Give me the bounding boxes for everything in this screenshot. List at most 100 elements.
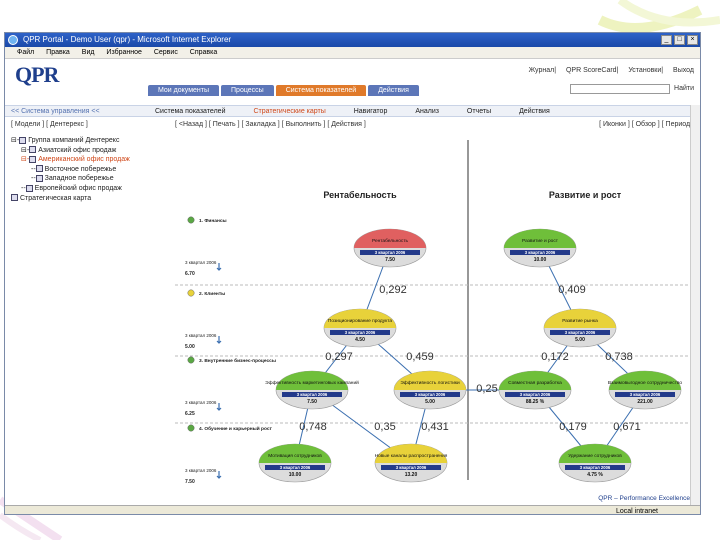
tree-node-label: Восточное побережье — [44, 165, 117, 173]
tab-my-documents[interactable]: Мои документы — [148, 85, 220, 96]
subnav-scorecard[interactable]: Система показателей — [155, 108, 225, 115]
strategy-objective-node[interactable]: Удержание сотрудников 3 квартал 2006 4.75 … — [558, 443, 632, 483]
link-weight-label: 0,179 — [559, 421, 587, 433]
link-scorecard[interactable]: QPR ScoreCard — [566, 67, 617, 74]
node-period: 3 квартал 2006 — [525, 250, 556, 255]
strategy-objective-node[interactable]: Взаимовыгодное сотрудничество 3 квартал 2… — [608, 370, 682, 410]
scorecard-icon — [19, 136, 27, 144]
menu-file[interactable]: Файл — [17, 49, 34, 56]
vertical-scrollbar[interactable] — [690, 105, 700, 505]
perspective-status-icon — [187, 289, 195, 297]
tree-node[interactable]: -- Восточное побережье — [11, 165, 130, 175]
node-title: Эффективность маркетинговых кампаний — [265, 379, 359, 386]
column-header: Развитие и рост — [549, 190, 622, 200]
node-period: 3 квартал 2006 — [630, 392, 661, 397]
tree-node-label: Американский офис продаж — [38, 156, 130, 164]
subnav-back-link[interactable]: << Система управления << — [11, 106, 100, 117]
menu-help[interactable]: Справка — [190, 49, 217, 56]
search-button[interactable]: Найти — [674, 85, 694, 92]
node-value: 4.50 — [355, 337, 365, 343]
top-links: Журнал| QPR ScoreCard| Установки| Выход — [528, 67, 694, 74]
perspective-label: 4. Обучение и карьерный рост — [199, 425, 272, 432]
perspective-period: 3 квартал 2006 — [185, 333, 217, 338]
sub-navigation: << Система управления << Система показат… — [5, 105, 700, 117]
trend-arrow-icon — [216, 471, 222, 479]
node-title: Рентабельность — [372, 238, 409, 244]
link-weight-label: 0,671 — [613, 421, 641, 433]
maximize-button[interactable]: □ — [674, 35, 685, 45]
tree-node[interactable]: ⊟- Азиатский офис продаж — [11, 146, 130, 156]
node-value: 10.00 — [534, 257, 547, 263]
perspective-label: 3. Внутренние бизнес-процессы — [199, 357, 276, 364]
strategy-objective-node[interactable]: Эффективность маркетинговых кампаний 3 кв… — [265, 370, 359, 410]
subnav-analysis[interactable]: Анализ — [415, 108, 439, 115]
ie-icon — [8, 35, 18, 45]
node-value: 4.75 % — [587, 472, 603, 478]
strategy-objective-node[interactable]: Рентабельность 3 квартал 2006 7.50 — [353, 228, 427, 268]
perspective-period: 3 квартал 2006 — [185, 400, 217, 405]
tree-node[interactable]: -- Западное побережье — [11, 174, 130, 184]
minimize-button[interactable]: _ — [661, 35, 672, 45]
close-button[interactable]: × — [687, 35, 698, 45]
tree-node[interactable]: Стратегическая карта — [11, 194, 130, 204]
link-weight-label: 0,292 — [379, 284, 407, 296]
node-value: 10.00 — [289, 472, 302, 478]
node-title: Удержание сотрудников — [568, 453, 622, 459]
strategy-objective-node[interactable]: Развитие рынка 3 квартал 2006 5.00 — [543, 308, 617, 348]
scorecard-icon — [35, 175, 43, 183]
perspective-label: 2. Клиенты — [199, 291, 225, 297]
subnav-navigator[interactable]: Навигатор — [354, 108, 388, 115]
menu-favorites[interactable]: Избранное — [106, 49, 141, 56]
perspective-value: 6.70 — [185, 271, 195, 277]
node-period: 3 квартал 2006 — [580, 465, 611, 470]
main-tabs: Мои документы Процессы Система показател… — [148, 85, 421, 96]
tree-node-label: Группа компаний Дентерекс — [28, 137, 120, 144]
menu-tools[interactable]: Сервис — [154, 49, 178, 56]
strategy-objective-node[interactable]: Мотивация сотрудников 3 квартал 2006 10.00 — [258, 443, 332, 483]
node-title: Новые каналы распространения — [375, 453, 448, 459]
node-value: 7.50 — [307, 399, 317, 405]
menu-bar: Файл Правка Вид Избранное Сервис Справка — [5, 47, 700, 59]
tree-node[interactable]: ⊟- Американский офис продаж — [11, 155, 130, 165]
qpr-logo: QPR — [15, 62, 59, 87]
tab-actions[interactable]: Действия — [368, 85, 419, 96]
strategy-objective-node[interactable]: Развитие и рост 3 квартал 2006 10.00 — [503, 228, 577, 268]
strategy-map: Рентабельность Развитие и рост 0,292 0,40… — [175, 140, 692, 485]
strategy-objective-node[interactable]: Позиционирование продукта 3 квартал 2006 4… — [323, 308, 397, 348]
tree-node[interactable]: ⊟- Группа компаний Дентерекс — [11, 136, 130, 146]
node-period: 3 квартал 2006 — [565, 330, 596, 335]
strategy-map-icon — [11, 194, 18, 202]
link-weight-label: 0,738 — [605, 351, 633, 363]
toolbar-links[interactable]: [ <Назад ] [ Печать ] [ Закладка ] [ Вып… — [175, 121, 366, 128]
link-logout[interactable]: Выход — [673, 67, 694, 74]
node-title: Совместная разработка — [508, 380, 562, 386]
strategy-objective-node[interactable]: Эффективность логистики 3 квартал 2006 5.0… — [393, 370, 467, 410]
tree-connector: ⊟- — [21, 146, 30, 154]
link-journal[interactable]: Журнал — [529, 67, 555, 74]
tab-scorecard[interactable]: Система показателей — [275, 85, 367, 96]
node-period: 3 квартал 2006 — [345, 330, 376, 335]
tab-processes[interactable]: Процессы — [221, 85, 274, 96]
node-title: Эффективность логистики — [400, 380, 460, 386]
link-weight-label: 0,459 — [406, 351, 434, 363]
view-links[interactable]: [ Иконки ] [ Обзор ] [ Период ] — [599, 121, 694, 128]
trend-arrow-icon — [216, 336, 222, 344]
node-value: 88.25 % — [526, 399, 545, 405]
node-value: 221.00 — [637, 399, 653, 405]
search-input[interactable] — [570, 84, 670, 94]
node-period: 3 квартал 2006 — [375, 250, 406, 255]
link-weight-label: 0,35 — [374, 421, 395, 433]
tree-node-label: Азиатский офис продаж — [38, 146, 117, 154]
strategy-objective-node[interactable]: Совместная разработка 3 квартал 2006 88.25… — [498, 370, 572, 410]
link-settings[interactable]: Установки — [628, 67, 661, 74]
menu-view[interactable]: Вид — [82, 49, 95, 56]
scorecard-icon — [35, 165, 43, 173]
subnav-reports[interactable]: Отчеты — [467, 108, 491, 115]
tree-node[interactable]: -- Европейский офис продаж — [11, 184, 130, 194]
menu-edit[interactable]: Правка — [46, 49, 70, 56]
subnav-actions[interactable]: Действия — [519, 108, 550, 115]
subnav-strategy-maps[interactable]: Стратегические карты — [253, 108, 325, 115]
strategy-objective-node[interactable]: Новые каналы распространения 3 квартал 20… — [375, 443, 448, 483]
node-title: Взаимовыгодное сотрудничество — [608, 380, 682, 386]
breadcrumb[interactable]: [ Модели ] [ Дентерекс ] — [11, 121, 88, 128]
